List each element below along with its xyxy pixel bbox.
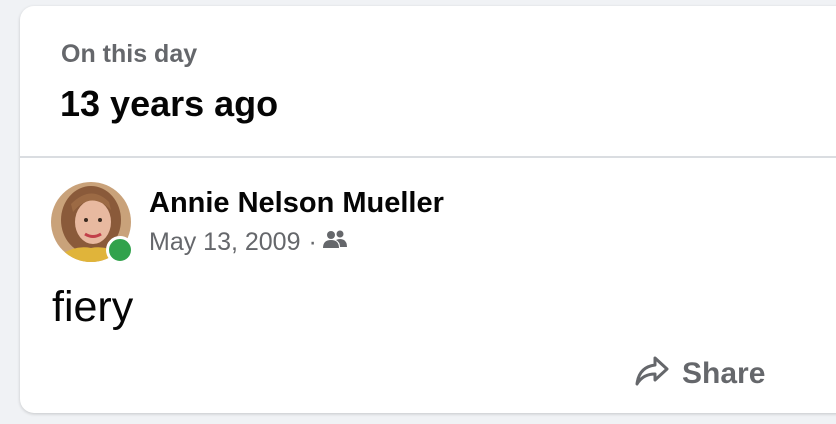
memory-eyebrow: On this day xyxy=(61,40,198,68)
online-status-dot xyxy=(106,236,134,264)
post-text: fiery xyxy=(52,283,134,331)
friends-icon[interactable] xyxy=(322,228,347,257)
post-meta: May 13, 2009 · xyxy=(149,228,347,257)
on-this-day-card: On this day 13 years ago Annie Nelson Mu… xyxy=(20,6,836,413)
post-date[interactable]: May 13, 2009 xyxy=(149,228,301,257)
post-author[interactable]: Annie Nelson Mueller xyxy=(149,187,444,220)
share-label: Share xyxy=(682,356,766,390)
meta-separator: · xyxy=(308,228,317,256)
share-button[interactable]: Share xyxy=(634,355,765,392)
memory-header: On this day 13 years ago xyxy=(20,6,836,158)
share-arrow-icon xyxy=(634,355,670,392)
memory-headline: 13 years ago xyxy=(60,83,279,124)
